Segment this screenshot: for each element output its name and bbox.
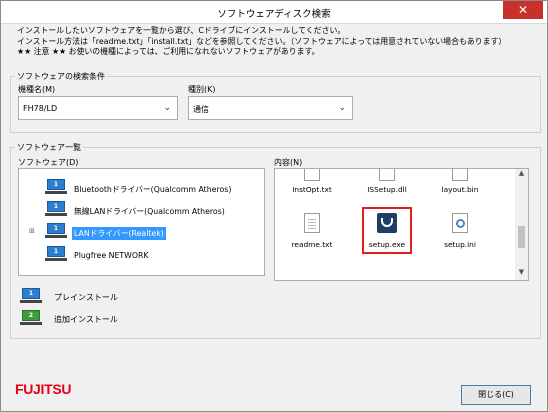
legend-label: プレインストール (54, 293, 118, 302)
chevron-down-icon: ⌄ (338, 103, 346, 113)
preinstall-pc-icon: 1 (45, 201, 67, 217)
text-file-icon (304, 169, 320, 181)
preinstall-pc-icon: 1 (45, 179, 67, 195)
preinstall-pc-icon: 1 (45, 223, 67, 239)
file-name: setup.ini (444, 240, 476, 249)
chevron-down-icon: ⌄ (163, 103, 171, 113)
tree-item-label: 無線LANドライバー(Qualcomm Atheros) (74, 207, 225, 216)
file-name: ISSetup.dll (367, 185, 407, 194)
fujitsu-logo: FUJITSU (15, 381, 72, 397)
text-file-icon (304, 213, 320, 233)
window-title: ソフトウェアディスク検索 (217, 9, 331, 20)
software-list-label: ソフトウェア一覧 (15, 142, 83, 153)
instruction-line: ★★ 注意 ★★ お使いの機種によっては、ご利用になれないソフトウェアがあります… (17, 47, 320, 56)
type-select[interactable]: 通信 ⌄ (188, 96, 353, 120)
content-label: 内容(N) (274, 158, 303, 167)
scroll-thumb[interactable] (518, 226, 525, 248)
type-value: 通信 (193, 105, 209, 114)
window-close-button[interactable]: ✕ (503, 1, 543, 19)
file-name: readme.txt (291, 240, 333, 249)
software-disk-search-window: ソフトウェアディスク検索 ✕ インストールしたいソフトウェアを一覧から選び、Cド… (0, 0, 548, 412)
vertical-scrollbar[interactable]: ▲ ▼ (515, 169, 528, 280)
instruction-line: インストール方法は「readme.txt」「install.txt」などを参照し… (17, 36, 507, 46)
additional-install-pc-icon: 2 (20, 310, 42, 326)
file-name: InstOpt.txt (292, 185, 332, 194)
tree-item-label: Plugfree NETWORK (74, 251, 149, 260)
model-value: FH78/LD (23, 104, 58, 113)
dll-file-icon (379, 169, 395, 181)
tree-item-label: LANドライバー(Realtek) (72, 227, 166, 240)
bin-file-icon (452, 169, 468, 181)
model-label: 機種名(M) (18, 85, 56, 94)
software-tree[interactable]: 1 Bluetoothドライバー(Qualcomm Atheros) 1 無線L… (18, 168, 265, 276)
file-content-view[interactable]: InstOpt.txt ISSetup.dll layout.bin readm… (274, 168, 529, 281)
software-tree-label: ソフトウェア(D) (18, 158, 79, 167)
model-select[interactable]: FH78/LD ⌄ (18, 96, 178, 120)
instructions: インストールしたいソフトウェアを一覧から選び、Cドライブにインストールしてくださ… (17, 26, 506, 58)
scroll-up-icon[interactable]: ▲ (515, 169, 528, 181)
instruction-line: インストールしたいソフトウェアを一覧から選び、Cドライブにインストールしてくださ… (17, 26, 346, 35)
highlight-box (362, 207, 412, 254)
scroll-down-icon[interactable]: ▼ (515, 268, 528, 280)
file-name: layout.bin (441, 185, 479, 194)
close-button[interactable]: 閉じる(C) (461, 385, 531, 405)
legend-label: 追加インストール (54, 315, 118, 324)
expand-icon[interactable]: ⊞ (29, 227, 35, 235)
tree-item-label: Bluetoothドライバー(Qualcomm Atheros) (74, 185, 232, 194)
title-bar[interactable]: ソフトウェアディスク検索 ✕ (1, 1, 547, 24)
search-conditions-label: ソフトウェアの検索条件 (15, 71, 107, 82)
preinstall-pc-icon: 1 (45, 246, 67, 262)
type-label: 種別(K) (188, 85, 216, 94)
ini-file-icon (452, 213, 468, 233)
preinstall-pc-icon: 1 (20, 288, 42, 304)
